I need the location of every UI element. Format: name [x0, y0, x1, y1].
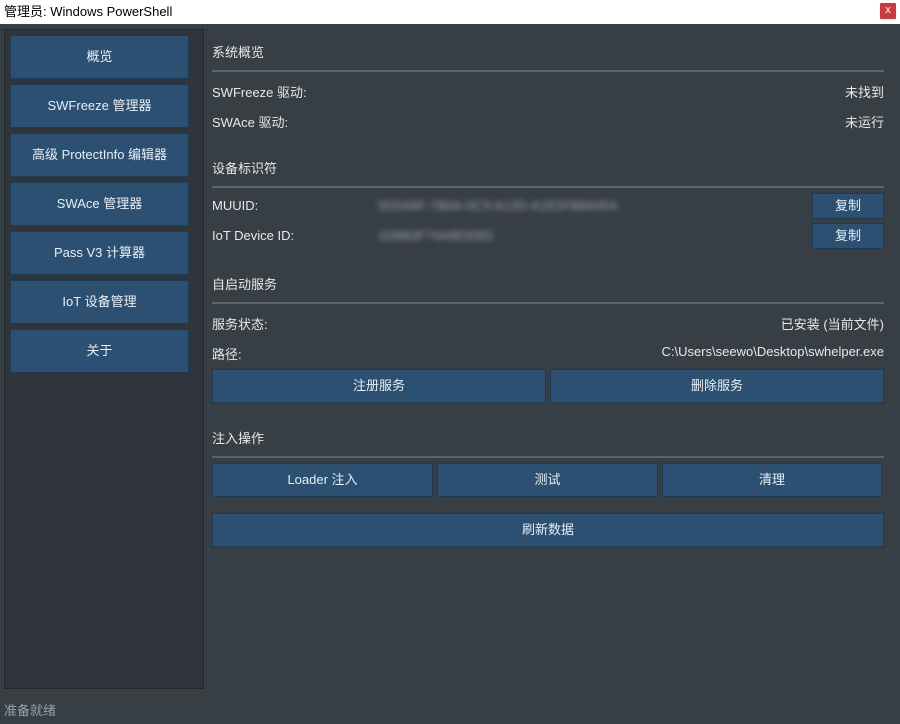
refresh-data-button[interactable]: 刷新数据 — [212, 513, 884, 547]
status-text: 准备就绪 — [4, 703, 57, 718]
service-path-label: 路径: — [212, 347, 242, 362]
swace-driver-label: SWAce 驱动: — [212, 115, 289, 130]
register-service-button[interactable]: 注册服务 — [212, 369, 546, 403]
section-title-device-identifiers: 设备标识符 — [212, 161, 278, 176]
sidebar-item-iot-device-management[interactable]: IoT 设备管理 — [10, 280, 189, 324]
section-title-overview: 系统概览 — [212, 45, 265, 60]
window-title-bar: 管理员: Windows PowerShell x — [0, 0, 900, 24]
window-title: 管理员: Windows PowerShell — [4, 4, 173, 19]
section-divider — [212, 302, 884, 304]
service-path-value: C:\Users\seewo\Desktop\swhelper.exe — [661, 344, 884, 359]
sidebar: 概览 SWFreeze 管理器 高级 ProtectInfo 编辑器 SWAce… — [4, 29, 204, 689]
loader-inject-button[interactable]: Loader 注入 — [212, 463, 433, 497]
sidebar-item-pass-v3-calculator[interactable]: Pass V3 计算器 — [10, 231, 189, 275]
section-divider — [212, 70, 884, 72]
muuid-label: MUUID: — [212, 198, 259, 213]
service-status-value: 已安装 (当前文件) — [780, 317, 884, 332]
service-status-label: 服务状态: — [212, 317, 268, 332]
muuid-value: 5D5A9F-7B6A-0C3-A13D-A1E5FB8A904 — [378, 198, 618, 213]
sidebar-item-swfreeze-manager[interactable]: SWFreeze 管理器 — [10, 84, 189, 128]
copy-muuid-button[interactable]: 复制 — [812, 193, 884, 219]
delete-service-button[interactable]: 删除服务 — [550, 369, 884, 403]
section-divider — [212, 186, 884, 188]
iot-device-id-value: 1D8B3F74A9E6082 — [378, 228, 494, 243]
sidebar-item-about[interactable]: 关于 — [10, 329, 189, 373]
test-button[interactable]: 测试 — [437, 463, 658, 497]
sidebar-item-swace-manager[interactable]: SWAce 管理器 — [10, 182, 189, 226]
section-divider — [212, 456, 884, 458]
copy-iot-device-id-button[interactable]: 复制 — [812, 223, 884, 249]
section-title-injection: 注入操作 — [212, 431, 265, 446]
swfreeze-driver-status: 未找到 — [844, 85, 884, 100]
sidebar-item-overview[interactable]: 概览 — [10, 35, 189, 79]
section-title-autostart-service: 自启动服务 — [212, 277, 278, 292]
sidebar-item-protectinfo-editor[interactable]: 高级 ProtectInfo 编辑器 — [10, 133, 189, 177]
swace-driver-status: 未运行 — [844, 115, 884, 130]
close-button[interactable]: x — [880, 3, 896, 19]
swfreeze-driver-label: SWFreeze 驱动: — [212, 85, 307, 100]
iot-device-id-label: IoT Device ID: — [212, 228, 295, 243]
clean-button[interactable]: 清理 — [662, 463, 882, 497]
